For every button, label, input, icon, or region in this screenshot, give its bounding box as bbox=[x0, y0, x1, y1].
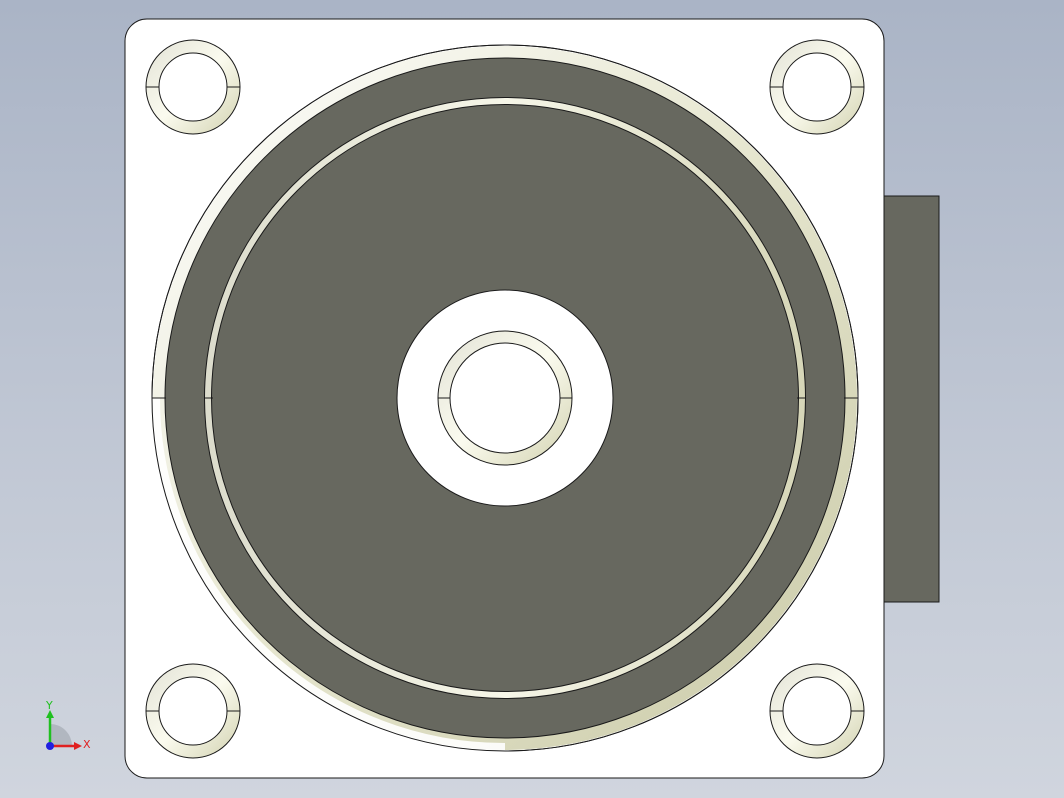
mounting-hole-top-left[interactable] bbox=[145, 39, 241, 135]
mounting-hole-bottom-right[interactable] bbox=[769, 663, 865, 759]
coordinate-triad[interactable]: X Y bbox=[45, 699, 91, 751]
mounting-hole-top-right[interactable] bbox=[769, 39, 865, 135]
center-bore-hole[interactable] bbox=[449, 342, 561, 454]
triad-z-axis-dot bbox=[46, 742, 54, 750]
mounting-hole-bottom-left[interactable] bbox=[145, 663, 241, 759]
triad-x-arrow bbox=[74, 742, 82, 750]
triad-x-label: X bbox=[83, 738, 91, 751]
triad-quadrant-shade bbox=[50, 724, 72, 746]
cad-viewport[interactable]: X Y bbox=[0, 0, 1064, 798]
triad-y-label: Y bbox=[45, 699, 53, 712]
side-connector-box[interactable] bbox=[879, 195, 940, 603]
